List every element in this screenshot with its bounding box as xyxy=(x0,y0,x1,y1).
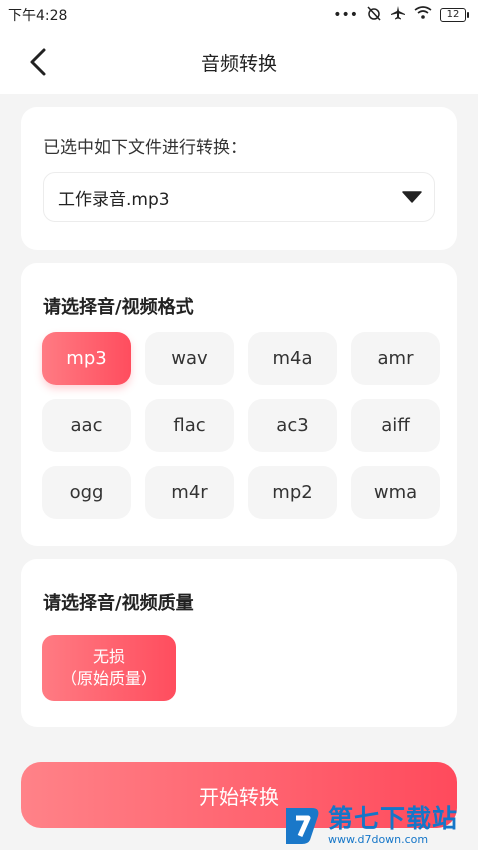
status-bar: 下午4:28 ••• 12 xyxy=(0,0,478,30)
format-chip-ogg[interactable]: ogg xyxy=(42,466,131,519)
triangle-down-icon xyxy=(402,191,422,203)
start-convert-label: 开始转换 xyxy=(199,784,279,809)
status-time: 下午4:28 xyxy=(8,8,68,24)
format-chip-m4a[interactable]: m4a xyxy=(248,332,337,385)
watermark-logo-icon xyxy=(286,808,319,844)
quality-option-sublabel: （原始质量） xyxy=(60,669,157,688)
format-chip-m4r[interactable]: m4r xyxy=(145,466,234,519)
format-chip-mp3[interactable]: mp3 xyxy=(42,332,131,385)
format-chip-mp2[interactable]: mp2 xyxy=(248,466,337,519)
format-chip-ac3[interactable]: ac3 xyxy=(248,399,337,452)
airplane-icon xyxy=(390,5,406,25)
watermark-url: www.d7down.com xyxy=(328,832,429,846)
file-label: 已选中如下文件进行转换： xyxy=(43,138,247,158)
alarm-off-icon xyxy=(366,5,382,25)
format-grid: mp3 wav m4a amr aac flac ac3 aiff ogg m4r mp2 wma xyxy=(42,332,440,519)
wifi-icon xyxy=(414,6,432,24)
selected-file-name: 工作录音.mp3 xyxy=(58,189,170,210)
format-card: 请选择音/视频格式 mp3 wav m4a amr aac flac ac3 aiff ogg m… xyxy=(21,263,457,546)
chevron-left-icon xyxy=(30,48,46,76)
format-chip-flac[interactable]: flac xyxy=(145,399,234,452)
page-title: 音频转换 xyxy=(200,52,277,75)
quality-section-title: 请选择音/视频质量 xyxy=(43,593,194,614)
format-chip-wma[interactable]: wma xyxy=(351,466,440,519)
format-chip-aac[interactable]: aac xyxy=(42,399,131,452)
status-icons: ••• 12 xyxy=(333,5,469,25)
format-chip-amr[interactable]: amr xyxy=(351,332,440,385)
quality-option-label: 无损 xyxy=(92,647,125,666)
nav-bar: 音频转换 xyxy=(0,30,478,94)
format-chip-wav[interactable]: wav xyxy=(145,332,234,385)
quality-card: 请选择音/视频质量 无损 （原始质量） xyxy=(21,559,457,727)
more-dots-icon: ••• xyxy=(333,7,358,23)
file-select-dropdown[interactable]: 工作录音.mp3 xyxy=(43,172,435,222)
quality-option-lossless[interactable]: 无损 （原始质量） xyxy=(42,635,176,701)
watermark: 第七下载站 www.d7down.com xyxy=(282,800,476,850)
format-section-title: 请选择音/视频格式 xyxy=(43,297,194,318)
battery-icon: 12 xyxy=(440,8,469,22)
watermark-name: 第七下载站 xyxy=(328,803,459,833)
file-card: 已选中如下文件进行转换： 工作录音.mp3 xyxy=(21,107,457,250)
back-button[interactable] xyxy=(20,44,56,80)
format-chip-aiff[interactable]: aiff xyxy=(351,399,440,452)
